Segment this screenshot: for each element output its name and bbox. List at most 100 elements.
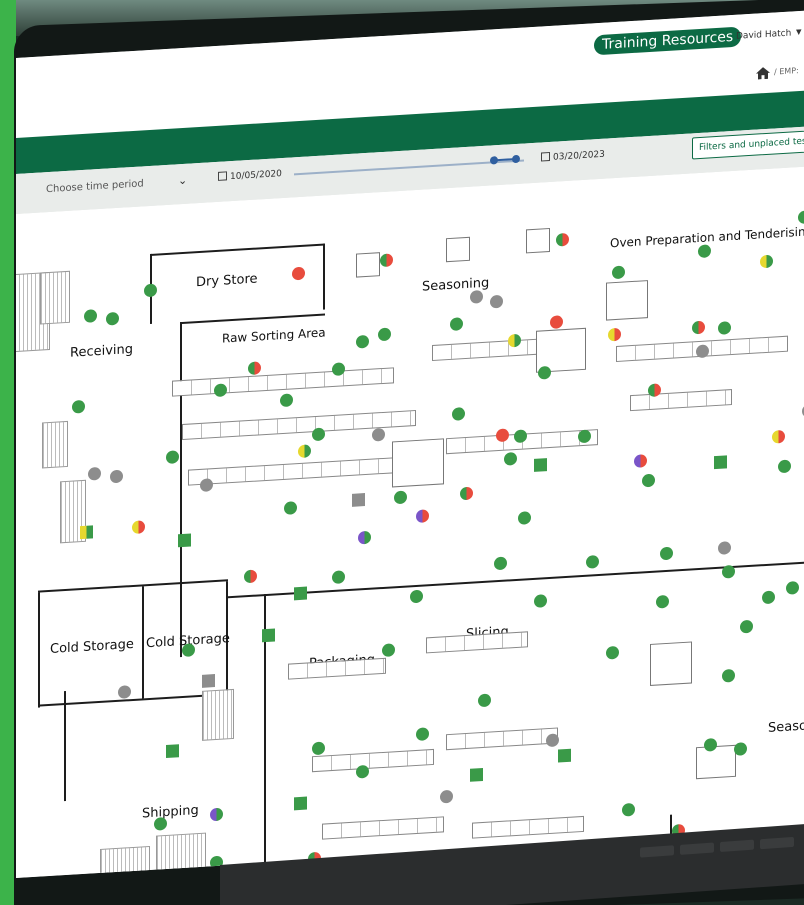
wall xyxy=(180,313,325,325)
test-point-square[interactable] xyxy=(262,628,275,643)
test-point-marker[interactable] xyxy=(154,816,167,831)
test-point-marker[interactable] xyxy=(722,668,735,683)
test-point-marker[interactable] xyxy=(110,469,123,484)
test-point-marker[interactable] xyxy=(772,429,785,444)
test-point-square[interactable] xyxy=(558,748,571,763)
test-point-square[interactable] xyxy=(714,455,727,470)
test-point-marker[interactable] xyxy=(786,581,799,595)
test-point-marker[interactable] xyxy=(734,742,747,756)
test-point-marker[interactable] xyxy=(332,570,345,585)
test-point-marker[interactable] xyxy=(534,594,547,608)
test-point-marker[interactable] xyxy=(280,393,293,408)
test-point-marker[interactable] xyxy=(494,556,507,571)
test-point-marker[interactable] xyxy=(88,466,101,481)
test-point-marker[interactable] xyxy=(214,383,227,398)
test-point-marker[interactable] xyxy=(440,789,453,804)
test-point-marker[interactable] xyxy=(718,321,731,335)
test-point-marker[interactable] xyxy=(550,315,563,329)
test-point-marker[interactable] xyxy=(298,444,311,459)
test-point-marker[interactable] xyxy=(538,365,551,380)
test-point-marker[interactable] xyxy=(490,294,503,309)
test-point-marker[interactable] xyxy=(556,232,569,247)
test-point-square[interactable] xyxy=(352,493,365,507)
test-point-square[interactable] xyxy=(294,586,307,601)
test-point-marker[interactable] xyxy=(410,589,423,604)
test-point-square[interactable] xyxy=(202,674,215,688)
conveyor xyxy=(312,748,434,773)
test-point-marker[interactable] xyxy=(356,334,369,349)
test-point-marker[interactable] xyxy=(450,317,463,331)
test-point-square[interactable] xyxy=(294,796,307,811)
test-point-marker[interactable] xyxy=(762,590,775,605)
test-point-marker[interactable] xyxy=(698,244,711,259)
test-point-marker[interactable] xyxy=(478,693,491,708)
test-point-marker[interactable] xyxy=(118,685,131,699)
laptop-screen: Training Resources David Hatch ▾ / EMP: … xyxy=(16,8,804,879)
wall xyxy=(38,693,228,707)
test-point-marker[interactable] xyxy=(606,645,619,660)
test-point-marker[interactable] xyxy=(622,802,635,817)
test-point-marker[interactable] xyxy=(656,594,669,609)
test-point-marker[interactable] xyxy=(634,454,647,468)
wall xyxy=(38,579,228,593)
test-point-marker[interactable] xyxy=(452,407,465,421)
test-point-marker[interactable] xyxy=(312,427,325,442)
keyboard-key xyxy=(680,842,714,855)
wall xyxy=(38,592,40,708)
wall xyxy=(226,559,804,599)
home-icon[interactable] xyxy=(756,67,770,80)
test-point-marker[interactable] xyxy=(718,541,731,555)
test-point-marker[interactable] xyxy=(210,807,223,822)
test-point-square[interactable] xyxy=(534,458,547,472)
test-point-marker[interactable] xyxy=(692,320,705,335)
room-label-seasoning-2: Seaso xyxy=(768,718,804,736)
test-point-marker[interactable] xyxy=(586,555,599,569)
test-point-marker[interactable] xyxy=(608,327,621,342)
test-point-marker[interactable] xyxy=(518,511,531,525)
test-point-marker[interactable] xyxy=(292,266,305,281)
chevron-down-icon[interactable]: ⌄ xyxy=(178,174,187,188)
test-point-marker[interactable] xyxy=(642,473,655,488)
test-point-marker[interactable] xyxy=(106,311,119,326)
test-point-marker[interactable] xyxy=(372,427,385,442)
test-point-marker[interactable] xyxy=(182,643,195,658)
test-point-square[interactable] xyxy=(80,525,93,540)
test-point-marker[interactable] xyxy=(416,509,429,523)
photo-stage: Training Resources David Hatch ▾ / EMP: … xyxy=(0,0,804,905)
chevron-down-icon[interactable]: ▾ xyxy=(796,25,802,38)
room-label-dry-store: Dry Store xyxy=(196,271,258,291)
test-point-marker[interactable] xyxy=(740,619,753,634)
test-point-marker[interactable] xyxy=(200,478,213,492)
test-point-marker[interactable] xyxy=(612,265,625,280)
test-point-marker[interactable] xyxy=(144,283,157,298)
test-point-marker[interactable] xyxy=(84,309,97,323)
test-point-marker[interactable] xyxy=(722,564,735,579)
machine xyxy=(606,280,648,321)
test-point-marker[interactable] xyxy=(356,764,369,779)
test-point-marker[interactable] xyxy=(166,450,179,464)
test-point-marker[interactable] xyxy=(312,741,325,756)
test-point-marker[interactable] xyxy=(72,399,85,414)
test-point-marker[interactable] xyxy=(378,327,391,342)
test-point-square[interactable] xyxy=(178,533,191,548)
test-point-marker[interactable] xyxy=(470,289,483,304)
test-point-marker[interactable] xyxy=(460,486,473,501)
test-point-marker[interactable] xyxy=(546,733,559,748)
test-point-marker[interactable] xyxy=(132,520,145,535)
test-point-marker[interactable] xyxy=(358,530,371,545)
test-point-marker[interactable] xyxy=(504,451,517,466)
test-point-marker[interactable] xyxy=(798,210,804,225)
test-point-marker[interactable] xyxy=(284,501,297,515)
test-point-marker[interactable] xyxy=(380,253,393,268)
test-point-square[interactable] xyxy=(470,767,483,782)
test-point-marker[interactable] xyxy=(778,459,791,474)
test-point-marker[interactable] xyxy=(382,643,395,658)
test-point-marker[interactable] xyxy=(660,546,673,561)
test-point-marker[interactable] xyxy=(760,254,773,269)
test-point-marker[interactable] xyxy=(394,490,407,505)
test-point-marker[interactable] xyxy=(416,727,429,741)
test-point-square[interactable] xyxy=(166,744,179,758)
conveyor xyxy=(446,727,558,751)
test-point-marker[interactable] xyxy=(248,361,261,376)
test-point-marker[interactable] xyxy=(244,569,257,584)
